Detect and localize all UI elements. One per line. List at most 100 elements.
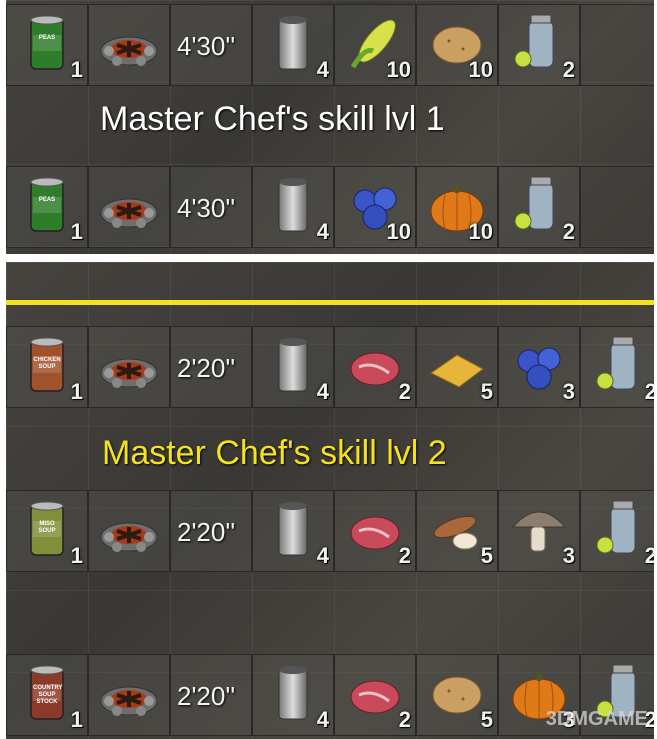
item-slot[interactable]: 5 xyxy=(416,490,498,572)
blueberries-icon xyxy=(507,333,571,397)
campfire-icon xyxy=(97,11,161,75)
item-slot[interactable] xyxy=(88,166,170,248)
item-slot[interactable]: 3 xyxy=(498,326,580,408)
campfire-icon xyxy=(97,173,161,237)
item-quantity: 10 xyxy=(468,219,493,244)
item-quantity: 1 xyxy=(70,707,83,732)
item-quantity: 4 xyxy=(316,379,329,404)
item-slot[interactable] xyxy=(88,654,170,736)
item-quantity: 1 xyxy=(70,219,83,244)
item-slot[interactable]: 4 xyxy=(252,654,334,736)
cook-time: 2'20'' xyxy=(177,681,236,711)
item-quantity: 5 xyxy=(480,707,493,732)
item-slot[interactable]: 5 xyxy=(416,654,498,736)
item-slot[interactable]: 10 xyxy=(416,166,498,248)
item-slot[interactable]: 4 xyxy=(252,166,334,248)
item-slot[interactable]: CHICKEN SOUP 1 xyxy=(6,326,88,408)
cook-time-slot: 2'20'' xyxy=(170,654,252,736)
item-slot[interactable]: 4 xyxy=(252,326,334,408)
item-quantity: 2 xyxy=(562,219,575,244)
can-of-peas-icon xyxy=(15,173,79,237)
empty-can-icon xyxy=(261,173,325,237)
recipe-panel-lvl2: CHICKEN SOUP 1 2'20'' 4 2 5 3 2 Master Ch… xyxy=(6,262,654,739)
recipe-row-lvl1-1: PEAS 1 4'30'' 4 10 10 2 xyxy=(6,4,654,86)
item-slot[interactable]: 2 xyxy=(580,326,654,408)
can-label: PEAS xyxy=(38,35,56,41)
corn-meal-icon xyxy=(425,333,489,397)
item-slot[interactable]: 10 xyxy=(334,166,416,248)
item-quantity: 2 xyxy=(644,379,654,404)
mushroom-icon xyxy=(507,497,571,561)
item-quantity: 5 xyxy=(480,543,493,568)
item-quantity: 10 xyxy=(386,57,411,82)
watermark-text: 3DMGAME xyxy=(545,708,648,730)
empty-can-icon xyxy=(261,333,325,397)
empty-can-icon xyxy=(261,11,325,75)
item-quantity: 10 xyxy=(386,219,411,244)
item-quantity: 3 xyxy=(562,543,575,568)
item-quantity: 4 xyxy=(316,707,329,732)
skill-title-lvl1: Master Chef's skill lvl 1 xyxy=(100,100,445,138)
item-slot[interactable]: 4 xyxy=(252,4,334,86)
item-slot[interactable]: PEAS 1 xyxy=(6,166,88,248)
cook-time: 2'20'' xyxy=(177,517,236,547)
item-quantity: 4 xyxy=(316,543,329,568)
cook-time-slot: 2'20'' xyxy=(170,326,252,408)
item-slot[interactable]: 2 xyxy=(334,654,416,736)
water-jar-icon xyxy=(507,11,571,75)
cook-time-slot: 4'30'' xyxy=(170,166,252,248)
cook-time: 2'20'' xyxy=(177,353,236,383)
item-quantity: 1 xyxy=(70,543,83,568)
recipe-row-lvl2-1: CHICKEN SOUP 1 2'20'' 4 2 5 3 2 xyxy=(6,326,654,408)
skill-title-lvl2: Master Chef's skill lvl 2 xyxy=(102,434,447,472)
item-slot[interactable]: 2 xyxy=(498,4,580,86)
empty-can-icon xyxy=(261,497,325,561)
item-slot[interactable]: 2 xyxy=(334,326,416,408)
item-slot[interactable]: 4 xyxy=(252,490,334,572)
item-quantity: 4 xyxy=(316,57,329,82)
cook-time: 4'30'' xyxy=(177,193,236,223)
item-quantity: 5 xyxy=(480,379,493,404)
item-slot[interactable] xyxy=(88,490,170,572)
empty-slot xyxy=(580,4,654,86)
campfire-icon xyxy=(97,333,161,397)
can-of-peas-icon xyxy=(15,11,79,75)
water-jar-icon xyxy=(589,497,653,561)
can-label: MISO SOUP xyxy=(38,521,56,534)
campfire-icon xyxy=(97,497,161,561)
item-slot[interactable]: 2 xyxy=(498,166,580,248)
item-slot[interactable]: PEAS 1 xyxy=(6,4,88,86)
cook-time-slot: 2'20'' xyxy=(170,490,252,572)
yucca-root-icon xyxy=(425,497,489,561)
item-slot[interactable]: 10 xyxy=(334,4,416,86)
item-slot[interactable]: COUNTRY SOUP STOCK 1 xyxy=(6,654,88,736)
item-slot[interactable]: 3 xyxy=(498,490,580,572)
item-quantity: 3 xyxy=(562,379,575,404)
recipe-row-lvl1-2: PEAS 1 4'30'' 4 10 10 2 xyxy=(6,166,654,248)
raw-meat-icon xyxy=(343,497,407,561)
item-slot[interactable]: 2 xyxy=(580,490,654,572)
item-quantity: 2 xyxy=(398,379,411,404)
item-slot[interactable]: 2 xyxy=(334,490,416,572)
item-quantity: 2 xyxy=(562,57,575,82)
cook-time: 4'30'' xyxy=(177,31,236,61)
campfire-icon xyxy=(97,661,161,725)
item-slot[interactable]: 5 xyxy=(416,326,498,408)
item-quantity: 4 xyxy=(316,219,329,244)
item-quantity: 1 xyxy=(70,57,83,82)
raw-meat-icon xyxy=(343,333,407,397)
item-slot[interactable]: 10 xyxy=(416,4,498,86)
item-quantity: 2 xyxy=(398,543,411,568)
can-label: COUNTRY SOUP STOCK xyxy=(33,685,63,705)
item-slot[interactable]: MISO SOUP 1 xyxy=(6,490,88,572)
item-slot[interactable] xyxy=(88,4,170,86)
item-slot[interactable] xyxy=(88,326,170,408)
water-jar-icon xyxy=(589,333,653,397)
cook-time-slot: 4'30'' xyxy=(170,4,252,86)
water-jar-icon xyxy=(507,173,571,237)
item-quantity: 2 xyxy=(398,707,411,732)
recipe-panel-lvl1: PEAS 1 4'30'' 4 10 10 2 Master Chef's ski… xyxy=(6,0,654,254)
recipe-row-lvl2-2: MISO SOUP 1 2'20'' 4 2 5 3 2 xyxy=(6,490,654,572)
potato-icon xyxy=(425,661,489,725)
can-label: PEAS xyxy=(38,197,56,203)
